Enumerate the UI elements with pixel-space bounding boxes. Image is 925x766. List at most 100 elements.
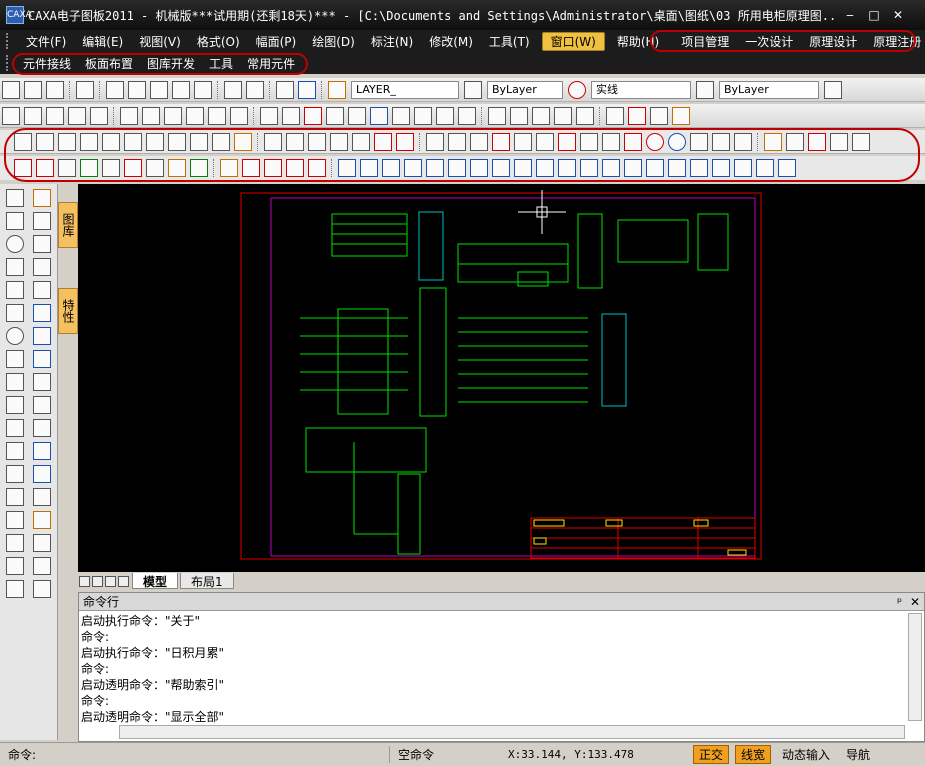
ellipse-icon[interactable] — [6, 327, 24, 345]
command-hscrollbar[interactable] — [119, 725, 905, 739]
dynamic-input-toggle[interactable]: 动态输入 — [774, 746, 838, 763]
frame-icon[interactable] — [24, 106, 42, 125]
angle-dim-icon[interactable] — [304, 106, 322, 125]
mirror-icon[interactable] — [33, 281, 51, 299]
menu-window[interactable]: 窗口(W) — [541, 31, 605, 51]
close-button[interactable]: ✕ — [886, 6, 910, 24]
break-icon[interactable] — [33, 419, 51, 437]
tolerance-icon[interactable] — [458, 106, 476, 125]
hatch-icon[interactable] — [230, 106, 248, 125]
linetype-select[interactable]: 实线 — [591, 80, 691, 99]
rect-icon[interactable] — [6, 350, 24, 368]
copy-icon[interactable] — [128, 80, 146, 99]
group-icon[interactable] — [33, 465, 51, 483]
hatch-area-icon[interactable] — [6, 511, 24, 529]
line-icon[interactable] — [6, 189, 24, 207]
menu-tools[interactable]: 工具(T) — [481, 33, 538, 50]
trim-icon[interactable] — [33, 373, 51, 391]
trace-icon[interactable] — [6, 534, 24, 552]
equidistant-icon[interactable] — [6, 442, 24, 460]
schematic-drawing[interactable] — [78, 184, 925, 572]
menu-format[interactable]: 格式(O) — [189, 33, 248, 50]
ortho-toggle[interactable]: 正交 — [693, 745, 730, 764]
layer-select[interactable]: LAYER_ — [351, 80, 459, 99]
text-a-icon[interactable] — [6, 557, 24, 575]
menu-grip[interactable] — [6, 33, 8, 49]
datum-icon[interactable] — [392, 106, 410, 125]
caxa-app-icon[interactable]: CAXA — [6, 6, 32, 24]
tab-model[interactable]: 模型 — [132, 573, 179, 589]
zoom-out-icon[interactable] — [554, 106, 572, 125]
help-icon[interactable] — [298, 80, 316, 99]
roughness-icon[interactable] — [414, 106, 432, 125]
rectangle-icon[interactable] — [2, 106, 20, 125]
spline-icon[interactable] — [120, 106, 138, 125]
clone-icon[interactable] — [172, 80, 190, 99]
redo-icon[interactable] — [246, 80, 264, 99]
lineweight-icon[interactable] — [824, 80, 842, 99]
menu-edit[interactable]: 编辑(E) — [74, 33, 131, 50]
block-icon[interactable] — [208, 106, 226, 125]
layer-manager-icon[interactable] — [464, 80, 482, 99]
linetype-manager-icon[interactable] — [696, 80, 714, 99]
menu-dimension[interactable]: 标注(N) — [363, 33, 421, 50]
curve-icon[interactable] — [6, 281, 24, 299]
circle-icon[interactable] — [6, 235, 24, 253]
wave-line-icon[interactable] — [142, 106, 160, 125]
pin-icon[interactable]: ᵖ — [897, 595, 902, 609]
save-icon[interactable] — [46, 80, 64, 99]
pan-icon[interactable] — [488, 106, 506, 125]
close-panel-icon[interactable]: ✕ — [910, 595, 920, 609]
parallel-line-icon[interactable] — [6, 212, 24, 230]
magnet-icon[interactable] — [628, 106, 646, 125]
properties-icon[interactable] — [276, 80, 294, 99]
command-vscrollbar[interactable] — [908, 613, 922, 721]
print-icon[interactable] — [76, 80, 94, 99]
last-tab-icon[interactable] — [118, 575, 129, 587]
color-select[interactable]: ByLayer — [487, 80, 563, 99]
new-file-icon[interactable] — [2, 80, 20, 99]
menu-sheet[interactable]: 幅面(P) — [248, 33, 305, 50]
tab-library[interactable]: 图库 — [58, 202, 78, 248]
navigation-toggle[interactable]: 导航 — [838, 746, 878, 763]
move-icon[interactable] — [33, 212, 51, 230]
text-icon[interactable] — [90, 106, 108, 125]
dim-linear-icon[interactable] — [6, 488, 24, 506]
zoom-window-icon[interactable] — [510, 106, 528, 125]
rotate-icon[interactable] — [33, 258, 51, 276]
dimension-icon[interactable] — [260, 106, 278, 125]
fill-icon[interactable] — [6, 465, 24, 483]
zoom-all-icon[interactable] — [576, 106, 594, 125]
arrow-icon[interactable] — [164, 106, 182, 125]
match-properties-icon[interactable] — [194, 80, 212, 99]
pen-icon[interactable] — [672, 106, 690, 125]
stretch-icon[interactable] — [33, 350, 51, 368]
open-file-icon[interactable] — [24, 80, 42, 99]
minimize-button[interactable]: ‒ — [838, 6, 862, 24]
lineweight-select[interactable]: ByLayer — [719, 80, 819, 99]
layer-state-icon[interactable] — [328, 80, 346, 99]
measure-icon[interactable] — [606, 106, 624, 125]
cloud-icon[interactable] — [186, 106, 204, 125]
point-icon[interactable] — [6, 304, 24, 322]
arc-icon[interactable] — [6, 258, 24, 276]
maximize-button[interactable]: □ — [862, 6, 886, 24]
menu-view[interactable]: 视图(V) — [131, 33, 189, 50]
query-icon[interactable] — [650, 106, 668, 125]
array-icon[interactable] — [33, 304, 51, 322]
fillet-icon[interactable] — [33, 488, 51, 506]
table-icon[interactable] — [68, 106, 86, 125]
prev-tab-icon[interactable] — [92, 575, 103, 587]
cut-icon[interactable] — [106, 80, 124, 99]
tab-layout1[interactable]: 布局1 — [180, 573, 234, 589]
extend-icon[interactable] — [33, 396, 51, 414]
car-icon[interactable] — [6, 580, 24, 598]
color-wheel-icon[interactable] — [568, 80, 586, 99]
explode-icon[interactable] — [33, 442, 51, 460]
title-block-icon[interactable] — [46, 106, 64, 125]
command-prompt[interactable]: 命令: — [0, 746, 390, 763]
format-painter-icon[interactable] — [33, 557, 51, 575]
eraser-icon[interactable] — [33, 189, 51, 207]
menu-modify[interactable]: 修改(M) — [421, 33, 481, 50]
menu-draw[interactable]: 绘图(D) — [304, 33, 363, 50]
